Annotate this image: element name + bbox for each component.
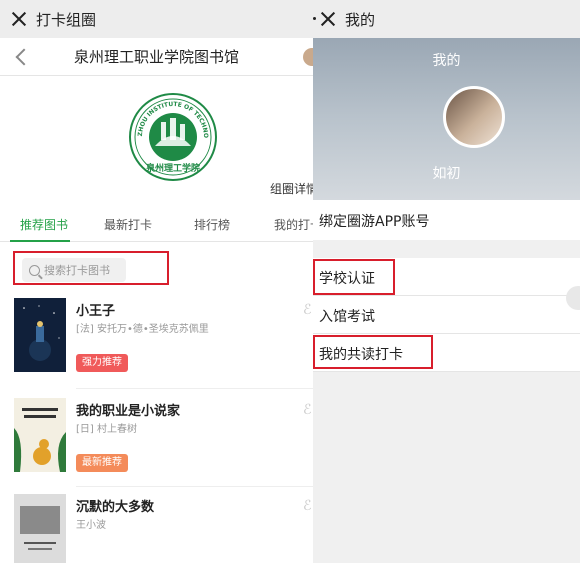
tab-my-checkin[interactable]: 我的打卡 — [274, 216, 313, 233]
right-top-title: 我的 — [345, 10, 376, 29]
menu-label: 入馆考试 — [319, 309, 375, 325]
empty-area — [313, 372, 580, 563]
profile-header: 我的 如初 — [313, 38, 580, 200]
right-screen: 我的 我的 如初 绑定圈游APP账号 学校认证 入馆考试 我的共读打卡 — [313, 0, 580, 563]
divider — [76, 486, 313, 487]
tab-recommended[interactable]: 推荐图书 — [20, 216, 68, 233]
book-title: 我的职业是小说家 — [76, 404, 181, 419]
book-tabs: 推荐图书 最新打卡 排行榜 我的打卡 — [0, 204, 313, 242]
section-gap — [313, 240, 580, 258]
recommend-badge: 最新推荐 — [76, 454, 128, 472]
avatar[interactable] — [443, 86, 505, 148]
group-detail-link[interactable]: 组圈详情 — [270, 180, 313, 197]
book-cover-novelist — [14, 398, 66, 472]
close-icon[interactable] — [321, 12, 335, 26]
tab-leaderboard[interactable]: 排行榜 — [194, 216, 230, 233]
book-author: [法] 安托万•德•圣埃克苏佩里 — [76, 324, 209, 335]
list-item[interactable]: 小王子 [法] 安托万•德•圣埃克苏佩里 强力推荐 ℰ — [0, 298, 313, 388]
book-author: 王小波 — [76, 520, 106, 531]
more-icon[interactable]: ℰ — [303, 302, 313, 318]
left-screen: 打卡组圈 泉州理工职业学院图书馆 QUANZHOU INSTITUTE OF T… — [0, 0, 313, 563]
book-cover-little-prince — [14, 298, 66, 372]
more-icon[interactable]: ℰ — [303, 402, 313, 418]
book-title: 沉默的大多数 — [76, 500, 155, 515]
bind-app-account-label: 绑定圈游APP账号 — [319, 214, 430, 230]
library-nav-bar: 泉州理工职业学院图书馆 — [0, 38, 313, 76]
menu-item-entry-exam[interactable]: 入馆考试 — [313, 296, 580, 334]
book-cover-silent-majority — [14, 494, 66, 563]
highlight-box-school-auth — [313, 259, 395, 295]
book-title: 小王子 — [76, 304, 116, 319]
highlight-box-reading-checkin — [313, 335, 433, 369]
more-icon[interactable]: ℰ — [303, 498, 313, 514]
library-title: 泉州理工职业学院图书馆 — [73, 48, 239, 66]
bind-app-account-row[interactable]: 绑定圈游APP账号 — [313, 200, 580, 240]
logo-chinese-text: 泉州理工学院 — [145, 162, 200, 174]
close-icon[interactable] — [12, 12, 26, 26]
divider — [76, 388, 313, 389]
recommend-badge: 强力推荐 — [76, 354, 128, 372]
list-item[interactable]: 我的职业是小说家 [日] 村上春树 最新推荐 ℰ — [0, 398, 313, 488]
username: 如初 — [432, 166, 461, 182]
school-logo: QUANZHOU INSTITUTE OF TECHNOLOGY 泉州理工学院 — [128, 92, 217, 181]
profile-page-title: 我的 — [432, 53, 461, 69]
highlight-box-search — [13, 251, 169, 285]
book-author: [日] 村上春树 — [76, 424, 137, 435]
dot-icon — [313, 17, 316, 20]
list-item[interactable]: 沉默的大多数 王小波 ℰ — [0, 494, 313, 563]
left-top-title: 打卡组圈 — [36, 10, 97, 29]
active-tab-indicator — [10, 240, 70, 242]
right-top-bar: 我的 — [313, 0, 580, 38]
left-top-bar: 打卡组圈 — [0, 0, 313, 38]
tab-latest-checkin[interactable]: 最新打卡 — [104, 216, 152, 233]
